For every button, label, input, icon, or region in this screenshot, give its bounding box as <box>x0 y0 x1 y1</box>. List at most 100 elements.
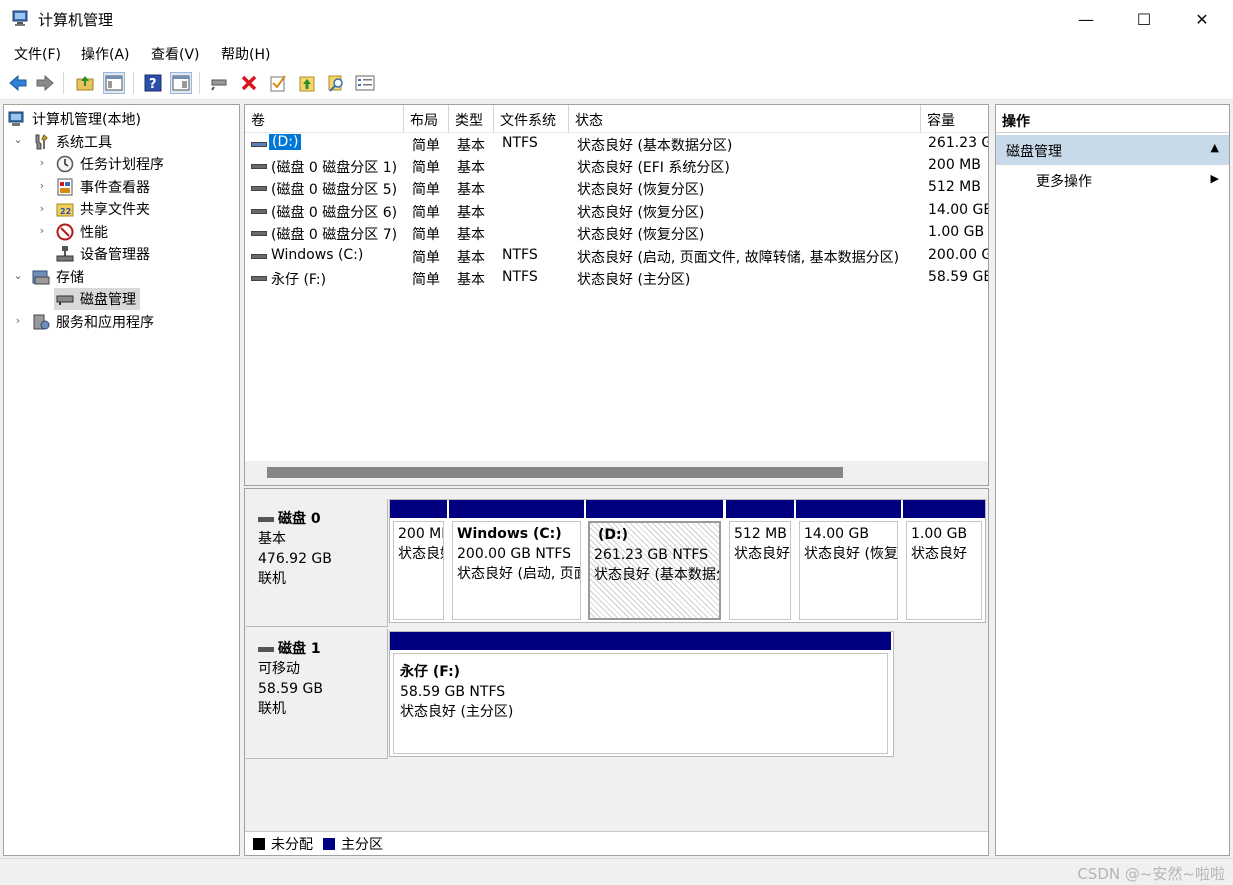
window-title: 计算机管理 <box>38 11 114 29</box>
show-hide-tree-button[interactable] <box>103 72 125 94</box>
disk-0-state: 联机 <box>258 571 286 587</box>
help-button[interactable]: ? <box>142 72 164 94</box>
volume-type: 基本 <box>457 138 485 154</box>
table-row[interactable]: (磁盘 0 磁盘分区 7) 简单 基本 状态良好 (恢复分区) 1.00 GB <box>245 222 988 244</box>
search-button[interactable] <box>325 72 347 94</box>
maximize-button[interactable]: ☐ <box>1115 0 1173 38</box>
tree-item-storage[interactable]: 存储 <box>32 266 84 288</box>
tree-item-label: 共享文件夹 <box>80 202 150 218</box>
back-button[interactable] <box>7 72 29 94</box>
volume-capacity: 58.59 GB <box>928 269 988 285</box>
partition-d[interactable]: (D:) 261.23 GB NTFS 状态良好 (基本数据分区) <box>586 500 725 622</box>
expand-chevron-icon[interactable]: › <box>36 156 48 169</box>
tree-item-shared-folders[interactable]: 22 共享文件夹 <box>56 198 150 220</box>
partition-recovery-5[interactable]: 512 MB 状态良好 <box>726 500 796 622</box>
up-one-level-button[interactable] <box>74 72 96 94</box>
partition-bar <box>796 500 901 518</box>
volume-name: (D:) <box>269 134 302 150</box>
column-header-status[interactable]: 状态 <box>569 105 921 133</box>
disk-1-state: 联机 <box>258 701 286 717</box>
volume-name: (磁盘 0 磁盘分区 5) <box>271 182 398 198</box>
table-row[interactable]: (磁盘 0 磁盘分区 1) 简单 基本 状态良好 (EFI 系统分区) 200 … <box>245 155 988 177</box>
menu-help[interactable]: 帮助(H) <box>221 44 270 64</box>
more-actions-label: 更多操作 <box>1036 174 1092 190</box>
actions-section-label: 磁盘管理 <box>1006 144 1062 160</box>
actions-header: 操作 <box>996 105 1229 133</box>
volume-layout: 简单 <box>412 205 440 221</box>
scrollbar-thumb[interactable] <box>267 467 843 478</box>
minimize-button[interactable]: — <box>1057 0 1115 38</box>
menu-action[interactable]: 操作(A) <box>81 44 130 64</box>
console-view-button[interactable] <box>170 72 192 94</box>
partition-windows-c[interactable]: Windows (C:) 200.00 GB NTFS 状态良好 (启动, 页面… <box>449 500 586 622</box>
volume-icon <box>251 142 267 147</box>
volume-icon <box>251 254 267 259</box>
partition-bar <box>903 500 985 518</box>
column-header-volume[interactable]: 卷 <box>245 105 404 133</box>
forward-button[interactable] <box>34 72 56 94</box>
tree-item-root[interactable]: 计算机管理(本地) <box>8 108 141 130</box>
volume-layout: 简单 <box>412 272 440 288</box>
table-row[interactable]: (磁盘 0 磁盘分区 5) 简单 基本 状态良好 (恢复分区) 512 MB <box>245 177 988 199</box>
disk-1-kind: 可移动 <box>258 661 300 677</box>
table-row[interactable]: (磁盘 0 磁盘分区 6) 简单 基本 状态良好 (恢复分区) 14.00 GB <box>245 200 988 222</box>
volume-layout: 简单 <box>412 138 440 154</box>
volume-type: 基本 <box>457 250 485 266</box>
toolbar-separator <box>63 72 64 94</box>
table-row[interactable]: 永仔 (F:) 简单 基本 NTFS 状态良好 (主分区) 58.59 GB <box>245 267 988 289</box>
column-header-capacity[interactable]: 容量 <box>921 105 988 133</box>
column-header-filesystem[interactable]: 文件系统 <box>494 105 569 133</box>
partition-f[interactable]: 永仔 (F:) 58.59 GB NTFS 状态良好 (主分区) <box>390 632 891 756</box>
expand-chevron-icon[interactable]: › <box>12 314 24 327</box>
partition-bar <box>726 500 794 518</box>
device-manager-icon <box>56 246 74 262</box>
close-icon: ✕ <box>1195 9 1209 29</box>
tree-item-label: 存储 <box>56 270 84 286</box>
export-button[interactable] <box>296 72 318 94</box>
horizontal-scrollbar[interactable] <box>245 461 988 485</box>
volume-status: 状态良好 (恢复分区) <box>577 182 705 198</box>
volume-name: (磁盘 0 磁盘分区 1) <box>271 160 398 176</box>
actions-section-disk-management[interactable]: 磁盘管理 ▲ <box>996 135 1229 165</box>
partition-recovery-7[interactable]: 1.00 GB 状态良好 <box>903 500 985 622</box>
delete-icon <box>241 75 257 91</box>
disk-0-partitions: 200 MB 状态良好 Windows (C:) 200.00 GB NTFS … <box>389 499 986 623</box>
properties-button[interactable] <box>354 72 376 94</box>
console-view-icon <box>172 75 190 91</box>
tree-item-task-scheduler[interactable]: 任务计划程序 <box>56 153 164 175</box>
table-row[interactable]: Windows (C:) 简单 基本 NTFS 状态良好 (启动, 页面文件, … <box>245 245 988 267</box>
tree-item-services-apps[interactable]: 服务和应用程序 <box>32 311 154 333</box>
disk-1-info[interactable]: 磁盘 1 可移动 58.59 GB 联机 <box>246 629 388 759</box>
menu-file[interactable]: 文件(F) <box>14 44 61 64</box>
volume-icon <box>251 164 267 169</box>
column-header-layout[interactable]: 布局 <box>404 105 449 133</box>
tree-item-performance[interactable]: 性能 <box>56 221 108 243</box>
tree-item-event-viewer[interactable]: 事件查看器 <box>56 176 150 198</box>
properties-check-button[interactable] <box>267 72 289 94</box>
column-header-type[interactable]: 类型 <box>449 105 494 133</box>
expand-chevron-icon[interactable]: › <box>36 179 48 192</box>
more-actions-item[interactable]: 更多操作 ▶ <box>996 167 1229 193</box>
tree-item-disk-management[interactable]: 磁盘管理 <box>54 288 140 310</box>
volume-layout: 简单 <box>412 182 440 198</box>
menu-view[interactable]: 查看(V) <box>151 44 200 64</box>
disk-1-size: 58.59 GB <box>258 681 323 697</box>
expand-chevron-icon[interactable]: › <box>36 202 48 215</box>
expand-chevron-icon[interactable]: › <box>36 224 48 237</box>
connect-button[interactable] <box>209 72 231 94</box>
close-button[interactable]: ✕ <box>1173 0 1231 38</box>
tree-item-device-manager[interactable]: 设备管理器 <box>56 243 150 265</box>
disk-0-info[interactable]: 磁盘 0 基本 476.92 GB 联机 <box>246 499 388 627</box>
expand-chevron-icon[interactable]: ⌄ <box>12 269 24 282</box>
actions-pane: 操作 磁盘管理 ▲ 更多操作 ▶ <box>995 104 1230 856</box>
partition-efi[interactable]: 200 MB 状态良好 <box>390 500 449 622</box>
delete-button[interactable] <box>238 72 260 94</box>
event-viewer-icon <box>57 178 73 196</box>
volume-status: 状态良好 (EFI 系统分区) <box>577 160 730 176</box>
expand-chevron-icon[interactable]: ⌄ <box>12 133 24 146</box>
partition-status: 状态良好 <box>734 546 790 562</box>
tree-item-system-tools[interactable]: 系统工具 <box>32 131 112 153</box>
partition-recovery-6[interactable]: 14.00 GB 状态良好 (恢复分区) <box>796 500 903 622</box>
collapse-up-icon[interactable]: ▲ <box>1211 141 1219 154</box>
table-row[interactable]: (D:) 简单 基本 NTFS 状态良好 (基本数据分区) 261.23 G <box>245 133 988 155</box>
